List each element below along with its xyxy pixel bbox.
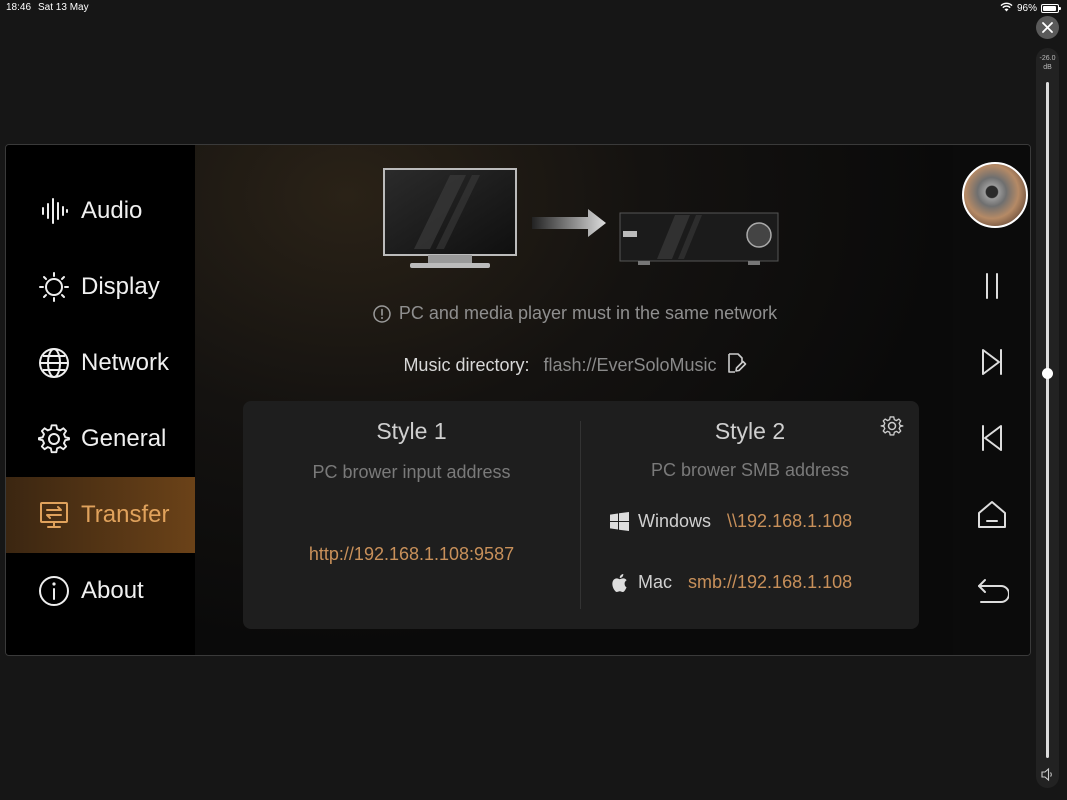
transfer-styles-card: Style 1 PC brower input address http://1… (243, 401, 919, 629)
battery-icon (1041, 4, 1061, 13)
wifi-icon (1000, 2, 1013, 15)
sidebar-item-label: Audio (81, 197, 143, 224)
info-icon (37, 574, 71, 608)
style1-subtitle: PC brower input address (312, 462, 511, 482)
settings-sidebar: Audio Display Network General Transfer A… (6, 145, 195, 655)
style2-subtitle: PC brower SMB address (650, 460, 850, 480)
sidebar-item-audio[interactable]: Audio (6, 173, 195, 249)
sidebar-item-label: General (81, 425, 167, 452)
sidebar-item-label: Transfer (81, 501, 170, 528)
volume-track[interactable] (1046, 82, 1049, 758)
mac-label: Mac (638, 572, 673, 592)
pc-to-player-illustration (383, 168, 779, 268)
sidebar-item-general[interactable]: General (6, 401, 195, 477)
home-button[interactable] (972, 495, 1012, 535)
status-time: 18:46 (6, 2, 32, 13)
skip-previous-icon (982, 425, 1002, 451)
back-arrow-icon (978, 579, 1009, 603)
device-screen: Audio Display Network General Transfer A… (5, 144, 1031, 656)
transfer-panel: PC and media player must in the same net… (195, 145, 955, 655)
close-icon (1042, 22, 1053, 33)
album-art[interactable] (962, 162, 1028, 228)
battery-level (1043, 6, 1057, 11)
brightness-icon (37, 270, 71, 304)
transfer-icon (37, 498, 71, 532)
style2-column: Style 2 PC brower SMB address Windows \\… (581, 401, 919, 629)
network-notice: PC and media player must in the same net… (195, 303, 955, 324)
sidebar-item-label: Display (81, 273, 160, 300)
alert-icon (373, 304, 391, 323)
previous-track-button[interactable] (972, 418, 1012, 458)
sidebar-item-about[interactable]: About (6, 553, 195, 629)
http-address[interactable]: http://192.168.1.108:9587 (243, 544, 580, 565)
windows-row: Windows \\192.168.1.108 (609, 511, 852, 532)
close-button[interactable] (1036, 16, 1059, 39)
sidebar-item-network[interactable]: Network (6, 325, 195, 401)
sidebar-item-label: About (81, 577, 144, 604)
home-icon (978, 501, 1006, 528)
gear-icon (37, 422, 71, 456)
status-date: Sat 13 May (38, 2, 89, 13)
pause-button[interactable] (972, 266, 1012, 306)
smb-settings-button[interactable] (880, 414, 904, 438)
volume-knob[interactable] (1042, 367, 1053, 379)
edit-directory-button[interactable] (725, 352, 747, 379)
speaker-icon (1041, 767, 1052, 782)
skip-next-icon (982, 349, 1002, 375)
music-directory-label: Music directory: (403, 355, 530, 375)
volume-slider[interactable]: -26.0 dB (1036, 48, 1059, 788)
style1-title: Style 1 (376, 418, 447, 444)
next-track-button[interactable] (972, 342, 1012, 382)
sidebar-item-transfer[interactable]: Transfer (6, 477, 195, 553)
status-bar: 18:46 Sat 13 May 96% (0, 0, 1067, 16)
status-right: 96% (1000, 2, 1061, 15)
windows-icon (609, 512, 629, 532)
battery-percent: 96% (1016, 3, 1037, 14)
style2-title: Style 2 (714, 418, 786, 444)
globe-icon (37, 346, 71, 380)
windows-address[interactable]: \\192.168.1.108 (727, 511, 852, 532)
volume-readout: -26.0 dB (1036, 54, 1059, 72)
playback-control-bar (953, 145, 1030, 655)
volume-value: -26.0 (1039, 55, 1056, 62)
style1-column: Style 1 PC brower input address http://1… (243, 401, 580, 629)
notice-text: PC and media player must in the same net… (398, 303, 778, 323)
windows-label: Windows (638, 511, 712, 531)
edit-file-icon (727, 353, 746, 373)
audio-bars-icon (37, 194, 71, 228)
mac-address[interactable]: smb://192.168.1.108 (688, 572, 852, 593)
music-directory-value: flash://EverSoloMusic (543, 355, 717, 375)
mac-row: Mac smb://192.168.1.108 (609, 572, 852, 593)
pause-icon (986, 273, 998, 299)
gear-icon (880, 416, 904, 436)
sidebar-item-display[interactable]: Display (6, 249, 195, 325)
sidebar-item-label: Network (81, 349, 170, 376)
music-directory-row: Music directory: flash://EverSoloMusic (195, 352, 955, 379)
apple-icon (609, 573, 629, 593)
volume-unit: dB (1043, 64, 1052, 71)
back-button[interactable] (972, 571, 1012, 611)
